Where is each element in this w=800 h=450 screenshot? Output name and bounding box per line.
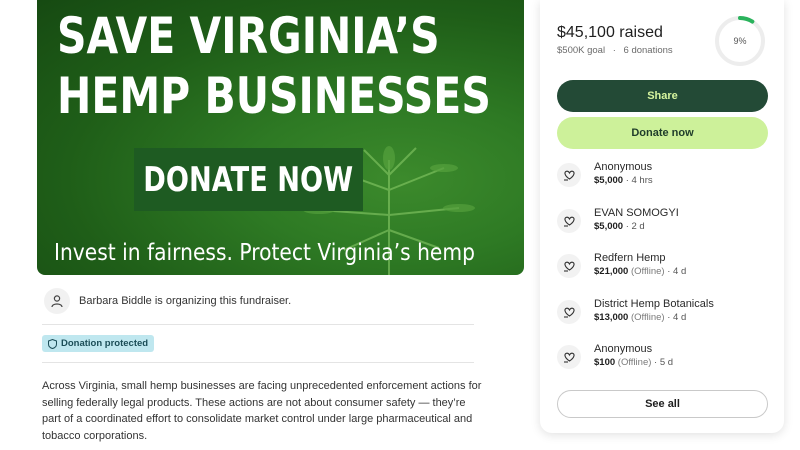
donation-meta: $13,000 (Offline) · 4 d [594, 311, 714, 324]
amount-raised: $45,100 raised [557, 24, 663, 41]
donation-time: · 5 d [651, 357, 674, 368]
goal-separator: · [612, 45, 616, 56]
badge-label: Donation protected [61, 338, 149, 349]
heart-hand-icon [557, 209, 581, 233]
heart-hand-icon [557, 300, 581, 324]
hero-cta-label: DONATE NOW [143, 159, 354, 200]
hero-tagline: Invest in fairness. Protect Virginia’s h… [54, 240, 475, 266]
progress-percent: 9% [733, 36, 747, 46]
donor-name: Anonymous [594, 343, 653, 355]
donation-meta: $5,000 · 2 d [594, 220, 679, 233]
organizer-row: Barbara Biddle is organizing this fundra… [44, 288, 291, 314]
donation-amount: $13,000 [594, 312, 629, 323]
story-text: Across Virginia, small hemp businesses a… [42, 380, 482, 442]
donation-time: · 4 d [664, 312, 687, 323]
organizer-text: Barbara Biddle is organizing this fundra… [79, 295, 292, 307]
donation-item: Redfern Hemp $21,000 (Offline) · 4 d [557, 251, 686, 278]
donation-amount: $100 [594, 357, 616, 368]
donation-time: · 4 hrs [623, 175, 653, 186]
heart-hand-icon [557, 163, 581, 187]
goal-summary: $500K goal · 6 donations [557, 45, 673, 56]
donation-offline: (Offline) [615, 357, 652, 368]
donation-offline: (Offline) [628, 266, 665, 277]
donation-meta: $21,000 (Offline) · 4 d [594, 265, 686, 278]
donor-name: Redfern Hemp [594, 252, 666, 264]
divider [42, 362, 474, 363]
donation-item: District Hemp Botanicals $13,000 (Offlin… [557, 297, 714, 324]
hero-title: SAVE VIRGINIA’S HEMP BUSINESSES [57, 6, 491, 126]
donation-count: 6 donations [623, 45, 673, 56]
donation-amount: $21,000 [594, 266, 629, 277]
hero-title-line-1: SAVE VIRGINIA’S [57, 7, 440, 65]
donation-item: EVAN SOMOGYI $5,000 · 2 d [557, 206, 679, 233]
donation-protected-badge[interactable]: Donation protected [42, 335, 155, 352]
donation-offline: (Offline) [628, 312, 665, 323]
hero-title-line-2: HEMP BUSINESSES [57, 67, 491, 125]
heart-hand-icon [557, 345, 581, 369]
donation-amount: $5,000 [594, 175, 624, 186]
person-icon [44, 288, 70, 314]
goal-amount: $500K goal [557, 45, 606, 56]
shield-icon [48, 338, 57, 349]
donor-name: EVAN SOMOGYI [594, 207, 679, 219]
hero-banner: SAVE VIRGINIA’S HEMP BUSINESSES DONATE N… [37, 0, 524, 275]
hero-donate-now-graphic: DONATE NOW [134, 148, 363, 211]
donation-panel: $45,100 raised $500K goal · 6 donations … [540, 0, 784, 433]
donation-time: · 4 d [664, 266, 687, 277]
share-button[interactable]: Share [557, 80, 768, 112]
donation-time: · 2 d [623, 221, 645, 232]
donor-name: District Hemp Botanicals [594, 298, 714, 310]
see-all-button[interactable]: See all [557, 390, 768, 418]
donation-item: Anonymous $100 (Offline) · 5 d [557, 342, 673, 369]
donation-item: Anonymous $5,000 · 4 hrs [557, 160, 653, 187]
donation-meta: $100 (Offline) · 5 d [594, 356, 673, 369]
donation-amount: $5,000 [594, 221, 624, 232]
heart-hand-icon [557, 254, 581, 278]
donor-name: Anonymous [594, 161, 653, 173]
divider [42, 324, 474, 325]
donation-meta: $5,000 · 4 hrs [594, 174, 653, 187]
donate-now-button[interactable]: Donate now [557, 117, 768, 149]
